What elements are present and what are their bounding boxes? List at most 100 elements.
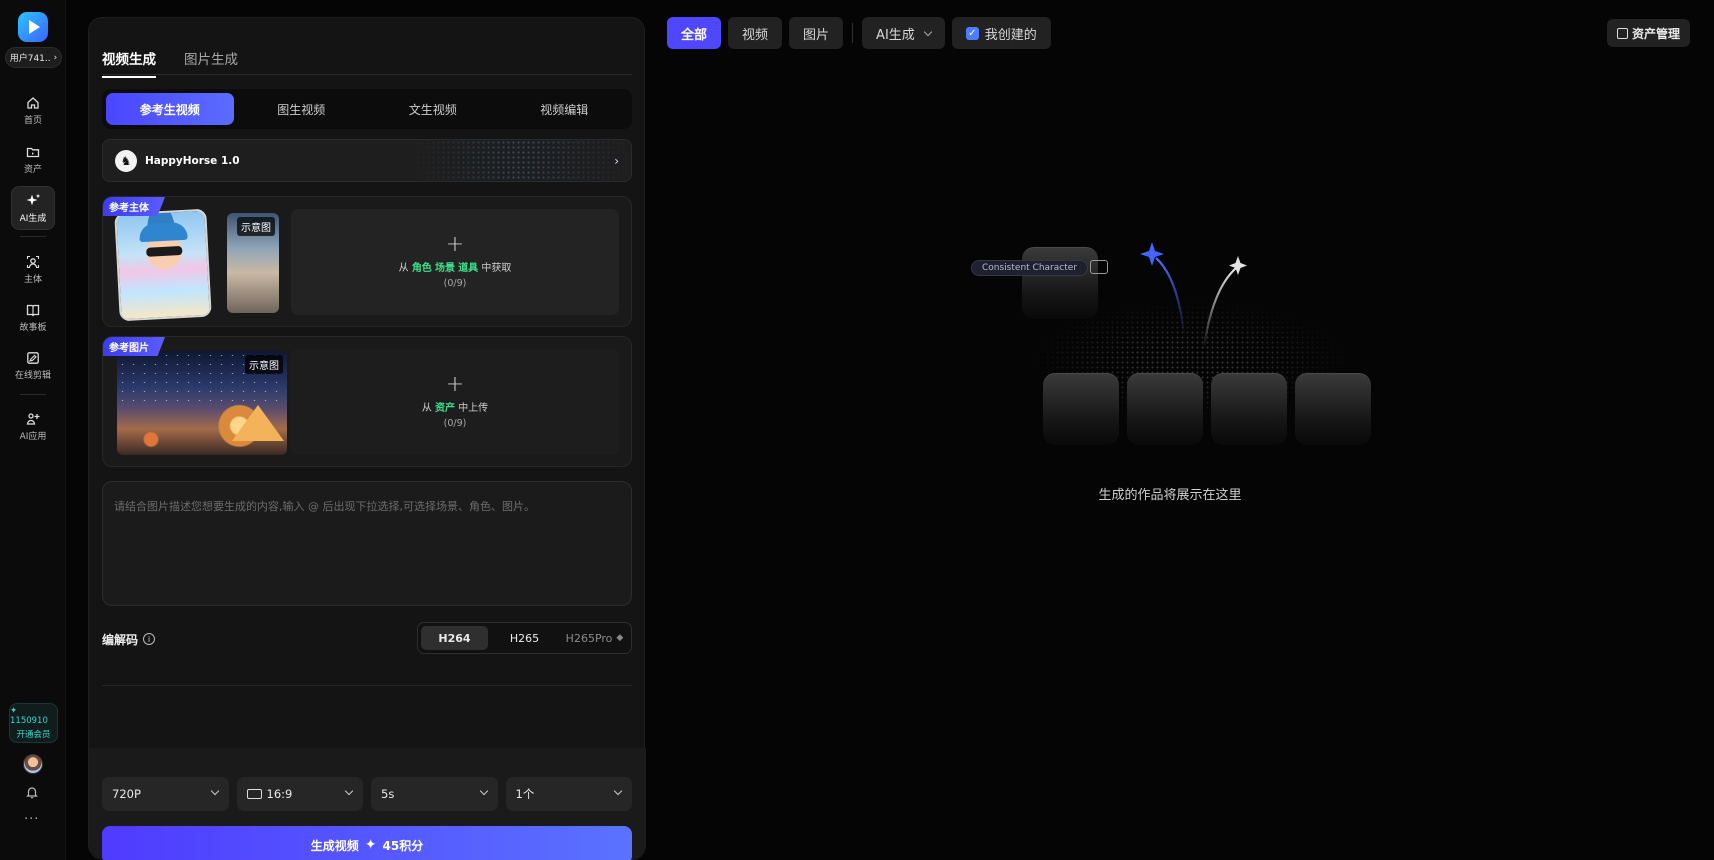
example-camping-image: 示意图 xyxy=(117,351,287,455)
avatar[interactable] xyxy=(23,754,43,774)
example-character-image xyxy=(114,208,212,322)
subject-picker-text: 从 角色 场景 道具 中获取 xyxy=(399,259,512,274)
ratio-select[interactable]: 16:9 xyxy=(236,777,363,811)
image-uploader-text: 从 资产 中上传 xyxy=(422,399,488,414)
nav-subject[interactable]: 主体 xyxy=(0,248,66,292)
nav-assets-label: 资产 xyxy=(23,165,42,175)
checkbox-checked-icon: ✓ xyxy=(965,26,979,40)
prompt-input[interactable]: 请结合图片描述您想要生成的内容,输入 @ 后出现下拉选择,可选择场景、角色、图片… xyxy=(102,481,632,606)
nav-ai-generate-label: AI生成 xyxy=(19,213,47,224)
filter-bar: 全部 视频 图片 AI生成 ✓ 我创建的 xyxy=(667,17,1051,49)
nav-ai-generate[interactable]: AI生成 xyxy=(11,186,55,230)
mode-video-edit[interactable]: 视频编辑 xyxy=(501,93,629,125)
asset-manage-button[interactable]: 资产管理 xyxy=(1607,19,1691,47)
count-select[interactable]: 1个 xyxy=(505,777,632,811)
codec-h265[interactable]: H265 xyxy=(491,626,558,650)
generate-label: 生成视频 xyxy=(310,838,359,853)
key-tile xyxy=(1022,247,1098,319)
tabs-divider xyxy=(102,74,632,75)
membership-cta[interactable]: 开通会员 xyxy=(16,728,50,740)
filter-all[interactable]: 全部 xyxy=(667,17,722,49)
prompt-placeholder: 请结合图片描述您想要生成的内容,输入 @ 后出现下拉选择,可选择场景、角色、图片… xyxy=(114,500,535,513)
apps-icon xyxy=(26,413,40,425)
link-scene[interactable]: 场景 xyxy=(435,263,455,274)
model-selector[interactable]: ♞ HappyHorse 1.0 › xyxy=(102,139,632,182)
empty-state-message: 生成的作品将展示在这里 xyxy=(1098,488,1242,503)
link-assets[interactable]: 资产 xyxy=(435,403,455,414)
example-hint: 示意图 xyxy=(245,355,283,374)
user-name: 用户741.. xyxy=(9,54,51,64)
plus-icon: + xyxy=(445,232,465,257)
nav-ai-apps[interactable]: AI应用 xyxy=(0,405,66,449)
codec-selector: H264 H265 H265Pro ◆ xyxy=(417,622,632,654)
picker-suffix: 中获取 xyxy=(481,263,512,274)
chevron-down-icon xyxy=(923,27,933,36)
mine-filter-label: 我创建的 xyxy=(984,27,1037,43)
chevron-down-icon xyxy=(344,786,354,796)
link-prop[interactable]: 道具 xyxy=(458,263,478,274)
resolution-value: 720P xyxy=(112,787,141,801)
nav-home[interactable]: 首页 xyxy=(0,89,66,133)
codec-h264[interactable]: H264 xyxy=(421,626,488,650)
credits-value: 1150910 xyxy=(10,716,48,726)
key-tile xyxy=(1127,373,1203,445)
filter-video[interactable]: 视频 xyxy=(728,17,783,49)
storyboard-icon xyxy=(26,304,40,317)
resolution-select[interactable]: 720P xyxy=(102,777,229,811)
plus-icon: + xyxy=(445,372,465,397)
settings-row: 720P 16:9 5s 1个 xyxy=(102,777,632,811)
codec-label: 编解码 xyxy=(102,632,139,647)
nav-online-edit-label: 在线剪辑 xyxy=(14,371,51,381)
asset-manage-label: 资产管理 xyxy=(1632,26,1681,41)
chevron-right-icon: › xyxy=(614,153,619,168)
generation-footer: 720P 16:9 5s 1个 生成视频 ✦ 45积分 xyxy=(89,748,646,860)
mode-reference-video[interactable]: 参考生视频 xyxy=(106,93,234,125)
chevron-down-icon xyxy=(210,786,219,796)
mine-filter-checkbox[interactable]: ✓ 我创建的 xyxy=(951,17,1051,49)
consistent-character-tag: Consistent Character xyxy=(971,260,1088,276)
duration-value: 5s xyxy=(381,787,395,801)
nav-storyboard[interactable]: 故事板 xyxy=(0,296,66,340)
key-tile xyxy=(1043,373,1119,445)
example-image-back: 示意图 xyxy=(227,213,279,313)
image-icon xyxy=(1090,260,1108,274)
duration-select[interactable]: 5s xyxy=(371,777,498,811)
horse-icon: ♞ xyxy=(115,149,137,172)
diamond-icon: ◆ xyxy=(616,633,624,643)
mode-image-to-video[interactable]: 图生视频 xyxy=(238,93,366,125)
chevron-down-icon xyxy=(479,786,488,796)
sparkle-icon xyxy=(26,193,40,205)
image-count: (0/9) xyxy=(443,418,467,429)
sparkle-icon: ✦ xyxy=(364,837,377,853)
ai-generate-dropdown[interactable]: AI生成 xyxy=(862,17,945,49)
rail-divider xyxy=(20,394,46,395)
aspect-ratio-icon xyxy=(246,789,262,799)
empty-state-illustration: Consistent Character xyxy=(960,230,1380,450)
generate-cost: 45积分 xyxy=(382,838,424,853)
image-uploader[interactable]: + 从 资产 中上传 (0/9) xyxy=(291,349,619,455)
link-character[interactable]: 角色 xyxy=(412,263,432,274)
generate-video-button[interactable]: 生成视频 ✦ 45积分 xyxy=(102,826,632,860)
upload-suffix: 中上传 xyxy=(458,403,489,414)
app-logo-icon[interactable] xyxy=(18,12,48,42)
key-tile xyxy=(1295,373,1371,445)
bell-icon[interactable] xyxy=(25,785,39,799)
mode-text-to-video[interactable]: 文生视频 xyxy=(369,93,497,125)
upload-prefix: 从 xyxy=(421,403,432,414)
home-icon xyxy=(27,97,39,109)
filter-image[interactable]: 图片 xyxy=(789,17,844,49)
user-menu[interactable]: 用户741.. › xyxy=(5,47,62,68)
codec-h265pro[interactable]: H265Pro ◆ xyxy=(561,626,628,650)
edit-icon xyxy=(27,352,39,364)
nav-home-label: 首页 xyxy=(23,116,42,126)
reference-image-tag: 参考图片 xyxy=(103,337,165,356)
nav-assets[interactable]: 资产 xyxy=(0,138,66,182)
credits-card[interactable]: ✦ 1150910 开通会员 xyxy=(9,703,58,743)
reference-subject-tag: 参考主体 xyxy=(103,197,165,216)
nav-online-edit[interactable]: 在线剪辑 xyxy=(0,344,66,388)
info-icon[interactable]: i xyxy=(143,633,156,645)
codec-row: 编解码 i H264 H265 H265Pro ◆ xyxy=(102,622,632,656)
chevron-right-icon: › xyxy=(53,52,58,63)
more-icon[interactable]: ... xyxy=(24,808,39,823)
subject-picker[interactable]: + 从 角色 场景 道具 中获取 (0/9) xyxy=(291,209,619,315)
